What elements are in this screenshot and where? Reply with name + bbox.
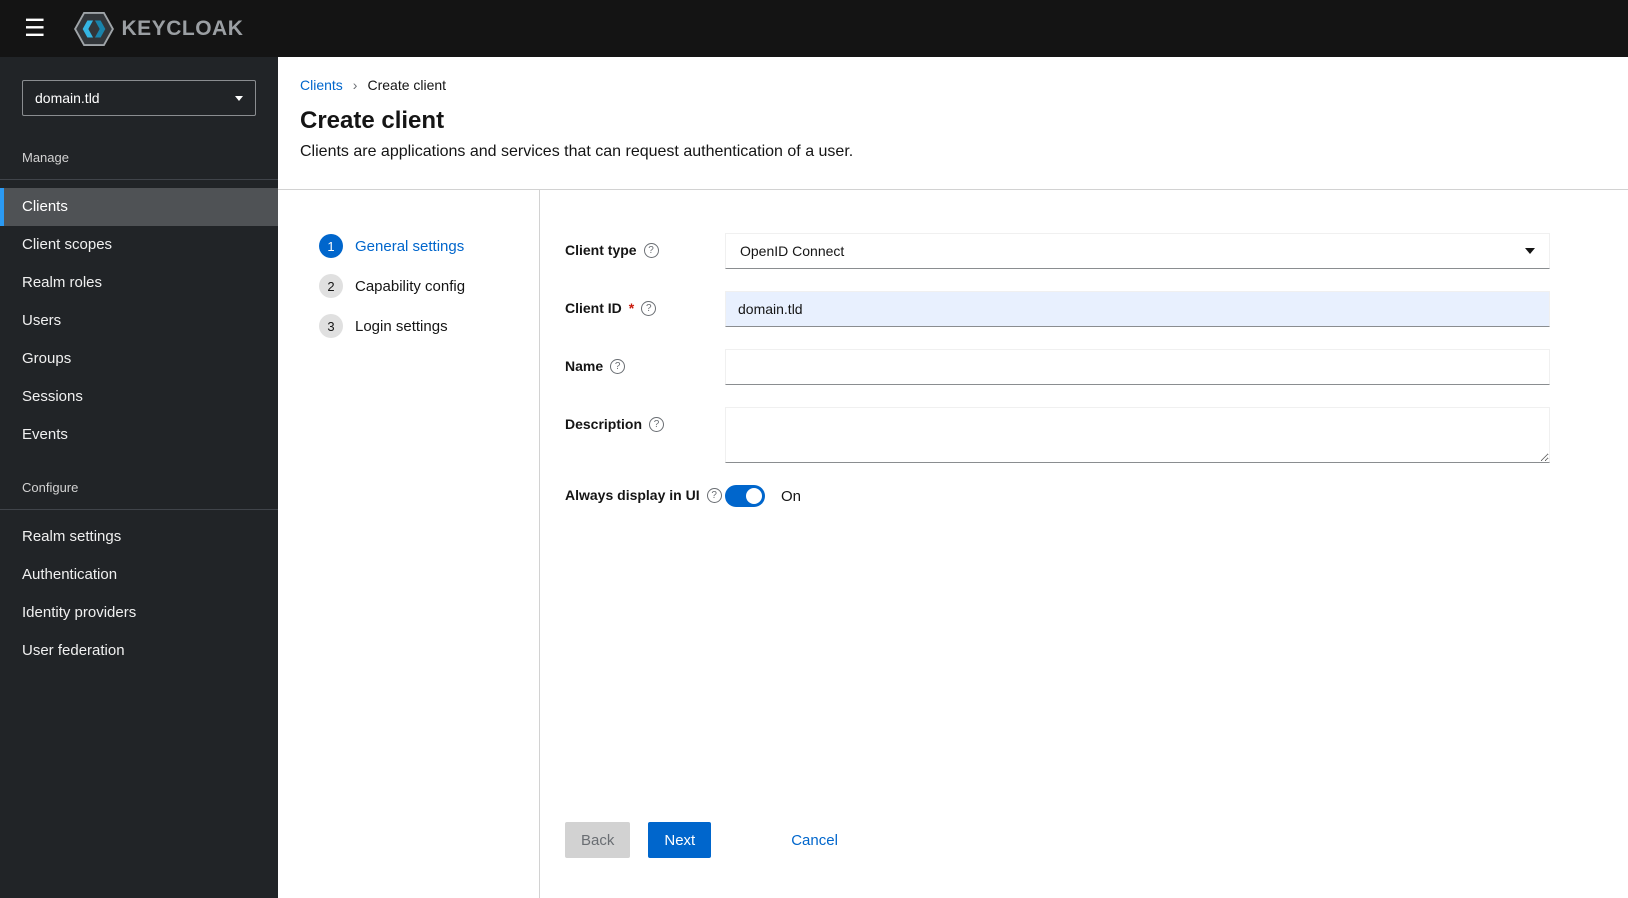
toggle-state-label: On: [781, 487, 802, 505]
back-button[interactable]: Back: [565, 822, 631, 858]
client-type-select[interactable]: OpenID Connect: [725, 233, 1550, 269]
required-asterisk: *: [628, 300, 635, 316]
sidebar-item-user-federation[interactable]: User federation: [0, 632, 278, 670]
step-number-badge: 1: [319, 234, 343, 258]
form-row-client-id: Client ID * ?: [565, 291, 1550, 327]
chevron-down-icon: [235, 95, 243, 101]
sidebar-item-groups[interactable]: Groups: [0, 340, 278, 378]
always-display-toggle[interactable]: [725, 485, 765, 507]
client-id-label-group: Client ID * ?: [565, 291, 725, 316]
nav-section-manage: Manage Clients Client scopes Realm roles…: [0, 150, 278, 454]
nav-list-manage: Clients Client scopes Realm roles Users …: [0, 188, 278, 454]
name-input[interactable]: [725, 349, 1550, 385]
sidebar-item-clients[interactable]: Clients: [0, 188, 278, 226]
chevron-down-icon: [1525, 248, 1535, 254]
always-display-label: Always display in UI: [565, 487, 700, 503]
cancel-button[interactable]: Cancel: [775, 822, 854, 858]
shell: domain.tld Manage Clients Client scopes …: [0, 57, 1628, 898]
wizard-footer: Back Next Cancel: [565, 822, 1550, 898]
always-display-label-group: Always display in UI ?: [565, 485, 725, 503]
wizard-step-capability-config[interactable]: 2 Capability config: [319, 274, 539, 298]
realm-selector[interactable]: domain.tld: [22, 80, 256, 116]
client-id-input[interactable]: [725, 291, 1550, 327]
sidebar-item-events[interactable]: Events: [0, 416, 278, 454]
name-label: Name: [565, 358, 604, 374]
app-root: ☰ KEYCLOAK domain.tld Manage Clients Cli…: [0, 0, 1628, 898]
wizard-body: Client type ? OpenID Connect Client ID *…: [540, 190, 1628, 898]
step-label: Login settings: [355, 317, 448, 335]
nav-section-configure: Configure Realm settings Authentication …: [0, 480, 278, 670]
client-type-label-group: Client type ?: [565, 233, 725, 258]
sidebar-item-client-scopes[interactable]: Client scopes: [0, 226, 278, 264]
header: ☰ KEYCLOAK: [0, 0, 1628, 57]
breadcrumb-link-clients[interactable]: Clients: [300, 77, 343, 93]
client-id-control: [725, 291, 1550, 327]
keycloak-logo-icon: [73, 11, 114, 46]
nav-section-manage-title: Manage: [0, 150, 278, 180]
step-number-badge: 2: [319, 274, 343, 298]
toggle-knob: [746, 488, 762, 504]
form-row-client-type: Client type ? OpenID Connect: [565, 233, 1550, 269]
help-icon[interactable]: ?: [643, 242, 659, 258]
client-type-label: Client type: [565, 242, 637, 258]
name-control: [725, 349, 1550, 385]
description-label: Description: [565, 416, 643, 432]
always-display-toggle-group: On: [725, 485, 1550, 507]
create-client-wizard: 1 General settings 2 Capability config 3…: [278, 190, 1628, 898]
step-number-badge: 3: [319, 314, 343, 338]
sidebar-item-sessions[interactable]: Sessions: [0, 378, 278, 416]
page-subtitle: Clients are applications and services th…: [300, 143, 854, 160]
sidebar-item-authentication[interactable]: Authentication: [0, 556, 278, 594]
wizard-step-login-settings[interactable]: 3 Login settings: [319, 314, 539, 338]
sidebar-item-realm-settings[interactable]: Realm settings: [0, 518, 278, 556]
step-label: General settings: [355, 237, 465, 255]
wizard-step-nav: 1 General settings 2 Capability config 3…: [278, 190, 540, 898]
sidebar: domain.tld Manage Clients Client scopes …: [0, 57, 278, 898]
breadcrumb: Clients › Create client: [300, 77, 1606, 93]
nav-toggle-button[interactable]: ☰: [24, 16, 46, 41]
next-button[interactable]: Next: [648, 822, 712, 858]
chevron-right-icon: ›: [352, 77, 358, 93]
page-title: Create client: [300, 107, 445, 134]
client-type-control: OpenID Connect: [725, 233, 1550, 269]
client-id-label: Client ID: [565, 300, 622, 316]
description-label-group: Description ?: [565, 407, 725, 432]
help-icon[interactable]: ?: [706, 487, 722, 503]
sidebar-item-users[interactable]: Users: [0, 302, 278, 340]
nav-section-configure-title: Configure: [0, 480, 278, 510]
breadcrumb-current: Create client: [367, 77, 447, 93]
description-textarea[interactable]: [725, 407, 1550, 463]
keycloak-logo: KEYCLOAK: [73, 11, 244, 46]
form-row-description: Description ?: [565, 407, 1550, 463]
main-content: Clients › Create client Create client Cl…: [278, 57, 1628, 898]
client-type-selected-value: OpenID Connect: [740, 243, 845, 259]
page-header: Clients › Create client Create client Cl…: [278, 57, 1628, 190]
sidebar-item-identity-providers[interactable]: Identity providers: [0, 594, 278, 632]
always-display-control: On: [725, 485, 1550, 507]
help-icon[interactable]: ?: [649, 416, 665, 432]
wizard-step-general-settings[interactable]: 1 General settings: [319, 234, 539, 258]
realm-selector-value: domain.tld: [35, 90, 100, 106]
name-label-group: Name ?: [565, 349, 725, 374]
keycloak-logo-text: KEYCLOAK: [121, 16, 244, 40]
nav-list-configure: Realm settings Authentication Identity p…: [0, 518, 278, 670]
form-row-name: Name ?: [565, 349, 1550, 385]
form-row-always-display: Always display in UI ? On: [565, 485, 1550, 507]
sidebar-item-realm-roles[interactable]: Realm roles: [0, 264, 278, 302]
step-label: Capability config: [355, 277, 466, 295]
help-icon[interactable]: ?: [610, 358, 626, 374]
help-icon[interactable]: ?: [641, 300, 657, 316]
general-settings-form: Client type ? OpenID Connect Client ID *…: [565, 233, 1550, 529]
description-control: [725, 407, 1550, 463]
